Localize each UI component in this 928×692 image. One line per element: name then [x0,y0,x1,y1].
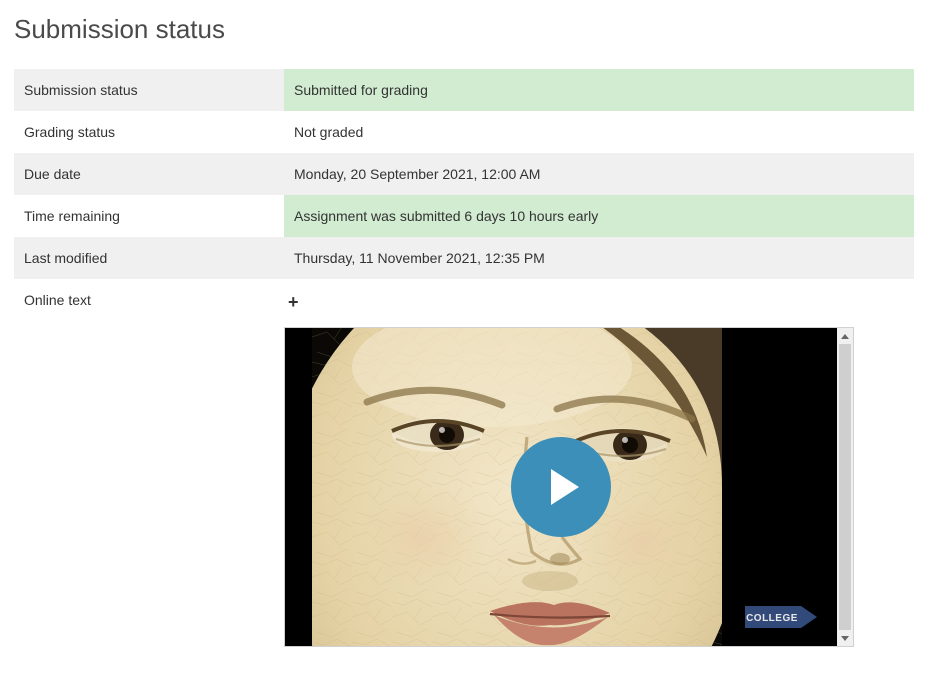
college-badge: COLLEGE [745,602,819,632]
page-title: Submission status [14,14,914,45]
scroll-track[interactable] [837,344,853,630]
row-online-text: Online text + [14,279,914,647]
scroll-thumb[interactable] [839,344,851,630]
video-scrollbar[interactable] [837,328,853,646]
row-time-remaining: Time remaining Assignment was submitted … [14,195,914,237]
chevron-up-icon [841,334,849,339]
label-submission-status: Submission status [14,69,284,111]
label-time-remaining: Time remaining [14,195,284,237]
value-due-date: Monday, 20 September 2021, 12:00 AM [284,153,914,195]
label-online-text: Online text [14,279,284,647]
row-submission-status: Submission status Submitted for grading [14,69,914,111]
value-submission-status: Submitted for grading [284,69,914,111]
play-icon [551,469,579,505]
scroll-down-button[interactable] [837,630,853,646]
value-online-text: + [284,279,914,647]
value-last-modified: Thursday, 11 November 2021, 12:35 PM [284,237,914,279]
expand-icon[interactable]: + [288,292,299,313]
row-last-modified: Last modified Thursday, 11 November 2021… [14,237,914,279]
chevron-down-icon [841,636,849,641]
submission-status-table: Submission status Submitted for grading … [14,69,914,647]
value-grading-status: Not graded [284,111,914,153]
row-due-date: Due date Monday, 20 September 2021, 12:0… [14,153,914,195]
label-last-modified: Last modified [14,237,284,279]
badge-text: COLLEGE [746,613,798,624]
scroll-up-button[interactable] [837,328,853,344]
video-embed: COLLEGE [284,327,854,647]
row-grading-status: Grading status Not graded [14,111,914,153]
video-frame: COLLEGE [285,328,837,646]
play-button[interactable] [511,437,611,537]
label-grading-status: Grading status [14,111,284,153]
value-time-remaining: Assignment was submitted 6 days 10 hours… [284,195,914,237]
label-due-date: Due date [14,153,284,195]
